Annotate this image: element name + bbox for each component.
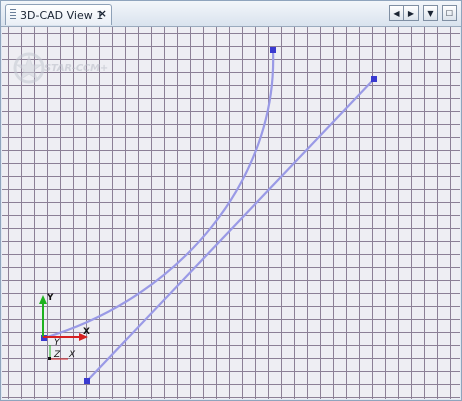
tab-dropdown-group: ▼: [423, 5, 438, 21]
cad-view-window: 3D-CAD View 1 × ◀ ▶ ▼ ☐ STAR-CCM+ Y X Y …: [0, 0, 462, 401]
axis-triad: Y X Y Z X: [39, 293, 90, 360]
vertex-point[interactable]: [371, 76, 377, 82]
tab-scroll-group: ◀ ▶: [389, 5, 419, 21]
line-segment[interactable]: [86, 78, 375, 382]
tab-label: 3D-CAD View 1: [20, 8, 104, 22]
vertex-point[interactable]: [84, 378, 90, 384]
z-axis-label: Z: [53, 350, 61, 360]
tab-bar: 3D-CAD View 1 × ◀ ▶ ▼ ☐: [1, 1, 461, 27]
y-axis-small-label: Y: [54, 338, 61, 348]
y-axis-label: Y: [46, 293, 54, 303]
cad-viewport[interactable]: STAR-CCM+ Y X Y Z X: [2, 27, 460, 399]
spline-curve[interactable]: [43, 49, 275, 340]
scroll-right-icon[interactable]: ▶: [404, 5, 419, 21]
geometry-canvas: Y X Y Z X: [39, 47, 377, 384]
x-axis-label: X: [83, 327, 90, 337]
maximize-group: ☐: [442, 5, 457, 21]
scroll-left-icon[interactable]: ◀: [389, 5, 404, 21]
vertex-point[interactable]: [270, 47, 276, 53]
view-icon: [10, 9, 16, 21]
chevron-down-icon[interactable]: ▼: [423, 5, 438, 21]
maximize-icon[interactable]: ☐: [442, 5, 457, 21]
close-icon[interactable]: ×: [98, 7, 107, 20]
tab-3d-cad-view[interactable]: 3D-CAD View 1 ×: [5, 4, 112, 25]
x-axis-small-label: X: [68, 350, 76, 360]
